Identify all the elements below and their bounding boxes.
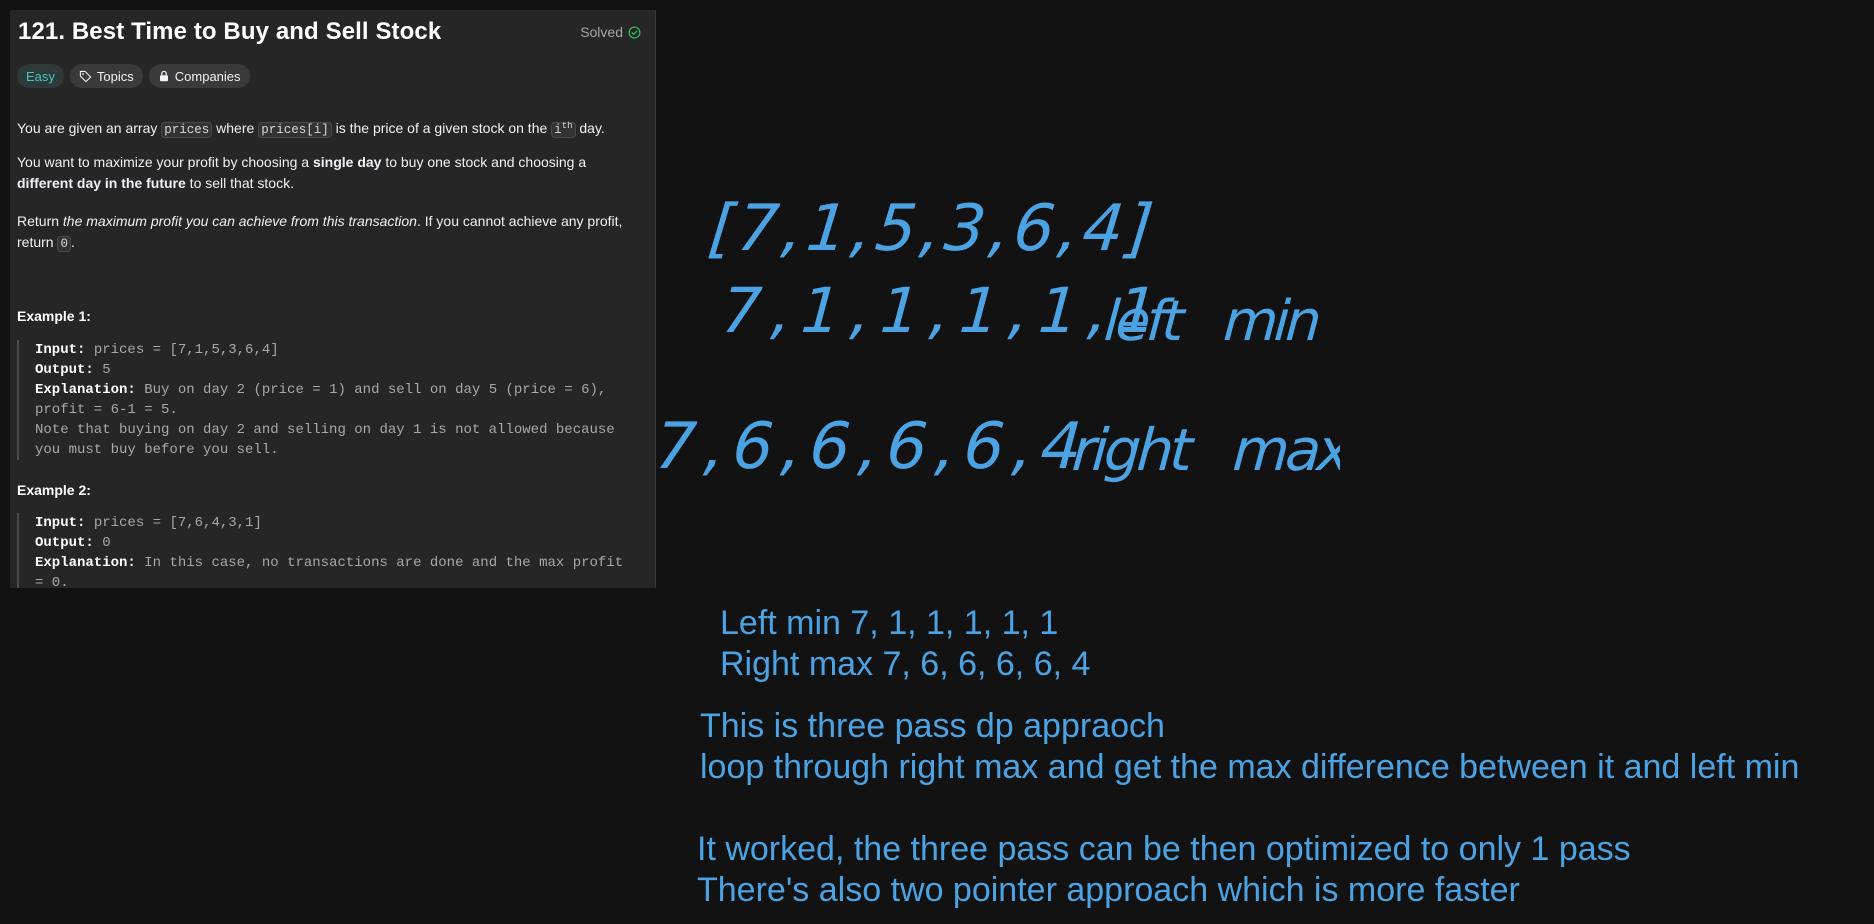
superscript-th: th: [561, 121, 573, 131]
example-1-input: Input: prices = [7,1,5,3,6,4]: [35, 340, 625, 360]
code-zero: 0: [57, 236, 71, 252]
solved-status: Solved: [580, 24, 641, 40]
output-value: 0: [102, 535, 111, 551]
tag-row: Easy Topics Companies: [17, 64, 250, 88]
difficulty-label: Easy: [26, 68, 55, 84]
example-2-output: Output: 0: [35, 533, 625, 553]
italic-max-profit: the maximum profit you can achieve from …: [62, 213, 417, 229]
description-paragraph-1: You are given an array prices where pric…: [17, 116, 627, 141]
lock-icon: [159, 70, 168, 82]
topics-button[interactable]: Topics: [69, 64, 143, 88]
handwritten-notes: [7,1,5,3,6,4] 7,1,1,1,1,1 left min 7,6,6…: [660, 191, 1340, 484]
example-1-label: Example 1:: [17, 308, 91, 324]
difficulty-badge[interactable]: Easy: [17, 64, 64, 88]
example-2-explanation: Explanation: In this case, no transactio…: [35, 553, 625, 588]
companies-button[interactable]: Companies: [148, 64, 250, 88]
companies-label: Companies: [174, 68, 241, 84]
example-2-input: Input: prices = [7,6,4,3,1]: [35, 513, 625, 533]
check-circle-icon: [628, 25, 641, 39]
description-paragraph-2: You want to maximize your profit by choo…: [17, 152, 627, 194]
text: is the price of a given stock on the: [331, 120, 552, 137]
example-1-note: Note that buying on day 2 and selling on…: [35, 422, 615, 458]
explanation-label: Explanation:: [35, 555, 136, 571]
text: You want to maximize your profit by choo…: [17, 154, 313, 170]
text: where: [212, 120, 259, 137]
bold-single-day: single day: [312, 154, 382, 170]
topics-label: Topics: [96, 68, 134, 84]
input-value: prices = [7,1,5,3,6,4]: [93, 342, 279, 358]
description-paragraph-3: Return the maximum profit you can achiev…: [17, 211, 627, 255]
example-1-block: Input: prices = [7,1,5,3,6,4] Output: 5 …: [17, 340, 625, 460]
text: Return: [17, 213, 63, 229]
note-left-min: Left min 7, 1, 1, 1, 1, 1: [720, 604, 1059, 642]
text: to buy one stock and choosing a: [381, 154, 587, 170]
output-value: 5: [102, 362, 111, 378]
code-i: i: [554, 123, 562, 138]
text: to sell that stock.: [185, 175, 294, 191]
code-prices: prices: [161, 122, 213, 139]
problem-title: 121. Best Time to Buy and Sell Stock: [18, 18, 442, 45]
example-1-output: Output: 5: [35, 360, 625, 380]
text: .: [70, 234, 75, 250]
problem-panel: 121. Best Time to Buy and Sell Stock Sol…: [10, 10, 656, 588]
note-line-4: There's also two pointer approach which …: [697, 871, 1520, 909]
solved-label: Solved: [580, 24, 623, 40]
code-ith: ith: [551, 121, 576, 139]
note-right-max: Right max 7, 6, 6, 6, 6, 4: [720, 645, 1091, 683]
tag-icon: [79, 70, 92, 82]
bold-different-day: different day in the future: [17, 175, 186, 191]
note-line-1: This is three pass dp appraoch: [700, 707, 1165, 745]
note-line-3: It worked, the three pass can be then op…: [697, 830, 1631, 868]
text: day.: [575, 120, 605, 137]
handwritten-array: [7,1,5,3,6,4]: [705, 191, 1161, 266]
input-value: prices = [7,6,4,3,1]: [93, 515, 262, 531]
example-2-label: Example 2:: [17, 482, 91, 498]
example-2-block: Input: prices = [7,6,4,3,1] Output: 0 Ex…: [17, 513, 625, 588]
note-line-2: loop through right max and get the max d…: [700, 748, 1800, 786]
handwritten-right-max-label: right max: [1070, 416, 1340, 484]
code-prices-i: prices[i]: [258, 122, 332, 139]
output-label: Output:: [35, 362, 94, 378]
text: You are given an array: [17, 120, 162, 137]
handwritten-left-min-values: 7,1,1,1,1,1: [720, 274, 1170, 347]
input-label: Input:: [35, 515, 86, 531]
handwritten-left-min-label: left min: [1102, 289, 1320, 354]
explanation-label: Explanation:: [35, 382, 136, 398]
handwritten-right-max-values: 7,6,6,6,6,4: [660, 410, 1092, 484]
output-label: Output:: [35, 535, 94, 551]
example-1-explanation: Explanation: Buy on day 2 (price = 1) an…: [35, 380, 625, 420]
input-label: Input:: [35, 342, 86, 358]
